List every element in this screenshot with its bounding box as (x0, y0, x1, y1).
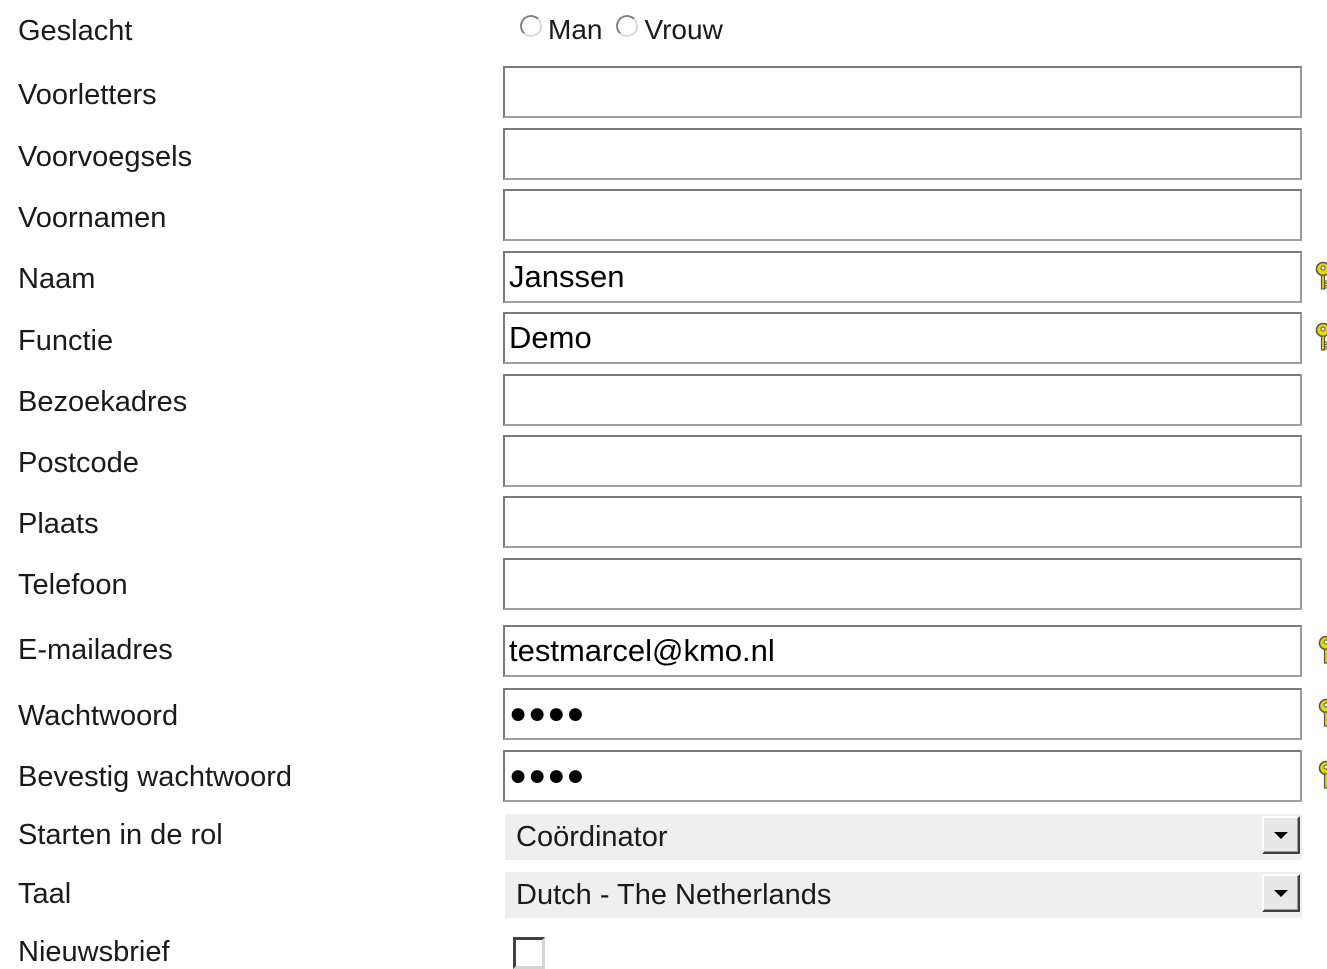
radio-vrouw-label[interactable]: Vrouw (644, 14, 722, 46)
prefixes-input[interactable] (503, 128, 1302, 180)
chevron-down-icon (1274, 890, 1288, 897)
prefixes-label: Voorvoegsels (18, 140, 192, 174)
language-label: Taal (18, 877, 71, 911)
confirm-password-label: Bevestig wachtwoord (18, 760, 292, 794)
job-title-input[interactable]: Demo (503, 312, 1302, 364)
key-icon (1311, 322, 1327, 352)
city-label: Plaats (18, 507, 99, 541)
last-name-label: Naam (18, 262, 95, 296)
first-names-label: Voornamen (18, 201, 166, 235)
newsletter-label: Nieuwsbrief (18, 935, 170, 969)
gender-label: Geslacht (18, 14, 132, 48)
language-selected-value: Dutch - The Netherlands (516, 879, 831, 911)
start-role-select[interactable]: Coördinator (505, 814, 1302, 860)
visit-address-input[interactable] (503, 374, 1302, 426)
password-input[interactable]: ●●●● (503, 688, 1302, 740)
visit-address-label: Bezoekadres (18, 385, 187, 419)
confirm-password-input[interactable]: ●●●● (503, 750, 1302, 802)
last-name-input[interactable]: Janssen (503, 251, 1302, 303)
phone-label: Telefoon (18, 568, 128, 602)
start-role-selected-value: Coördinator (516, 821, 668, 853)
key-icon (1314, 698, 1327, 728)
language-dropdown-button[interactable] (1262, 874, 1300, 912)
email-label: E-mailadres (18, 633, 173, 667)
language-select[interactable]: Dutch - The Netherlands (505, 872, 1302, 918)
key-icon (1314, 635, 1327, 665)
city-input[interactable] (503, 496, 1302, 548)
postal-code-label: Postcode (18, 446, 139, 480)
job-title-label: Functie (18, 324, 113, 358)
start-role-dropdown-button[interactable] (1262, 816, 1300, 854)
first-names-input[interactable] (503, 189, 1302, 241)
chevron-down-icon (1274, 832, 1288, 839)
start-role-label: Starten in de rol (18, 818, 223, 852)
postal-code-input[interactable] (503, 435, 1302, 487)
newsletter-checkbox[interactable] (513, 937, 545, 969)
password-label: Wachtwoord (18, 699, 178, 733)
radio-man[interactable] (520, 15, 542, 37)
initials-input[interactable] (503, 66, 1302, 118)
email-input[interactable]: testmarcel@kmo.nl (503, 625, 1302, 677)
key-icon (1311, 261, 1327, 291)
radio-man-label[interactable]: Man (548, 14, 602, 46)
radio-vrouw[interactable] (616, 15, 638, 37)
key-icon (1314, 760, 1327, 790)
phone-input[interactable] (503, 558, 1302, 610)
initials-label: Voorletters (18, 78, 157, 112)
gender-radio-group: Man Vrouw (520, 10, 737, 50)
